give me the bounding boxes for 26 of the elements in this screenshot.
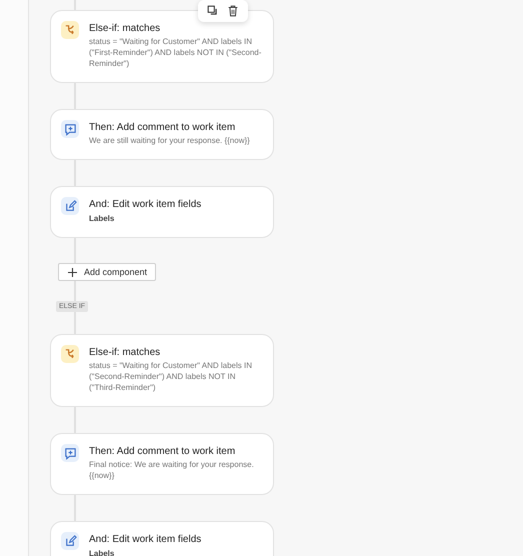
card-title: And: Edit work item fields: [89, 533, 202, 546]
card-title: And: Edit work item fields: [89, 198, 202, 211]
card-detail: status = "Waiting for Customer" AND labels IN ("Second-Reminder") AND labels NOT IN ("Third-Reminder"): [89, 360, 253, 393]
rule-card[interactable]: And: Edit work item fields Labels: [50, 186, 274, 238]
branch-icon: [61, 21, 79, 39]
card-detail: Labels: [89, 548, 116, 556]
trash-button[interactable]: [226, 4, 240, 18]
plus-icon: [68, 268, 77, 276]
comment-plus-icon: [61, 120, 79, 138]
card-detail: We are still waiting for your response. {{now}}: [89, 135, 251, 146]
card-title: Then: Add comment to work item: [89, 445, 236, 458]
trash-icon: [226, 4, 240, 18]
rule-card[interactable]: Then: Add comment to work item We are still waiting for your response. {{now}}: [50, 109, 274, 160]
rule-card[interactable]: And: Edit work item fields Labels: [50, 521, 274, 556]
card-detail: status = "Waiting for Customer" AND labels IN ("First-Reminder") AND labels NOT IN ("Second-Reminder"): [89, 36, 262, 69]
branch-icon: [61, 345, 79, 363]
card-detail: Final notice: We are waiting for your response. {{now}}: [89, 459, 255, 481]
card-title: Then: Add comment to work item: [89, 121, 236, 134]
rule-card[interactable]: Then: Add comment to work item Final notice: We are waiting for your response. {{now}}: [50, 433, 274, 495]
add-component-button[interactable]: Add component: [58, 263, 156, 281]
card-title: Else-if: matches: [89, 22, 162, 35]
rule-card[interactable]: Else-if: matches status = "Waiting for Customer" AND labels IN ("Second-Reminder") AND labels NOT IN ("Third-Reminder"): [50, 334, 274, 407]
card-title: Else-if: matches: [89, 346, 162, 359]
rule-card[interactable]: Else-if: matches status = "Waiting for Customer" AND labels IN ("First-Reminder") AND labels NOT IN ("Second-Reminder"): [50, 10, 274, 83]
comment-plus-icon: [61, 444, 79, 462]
card-detail: Labels: [89, 213, 116, 224]
